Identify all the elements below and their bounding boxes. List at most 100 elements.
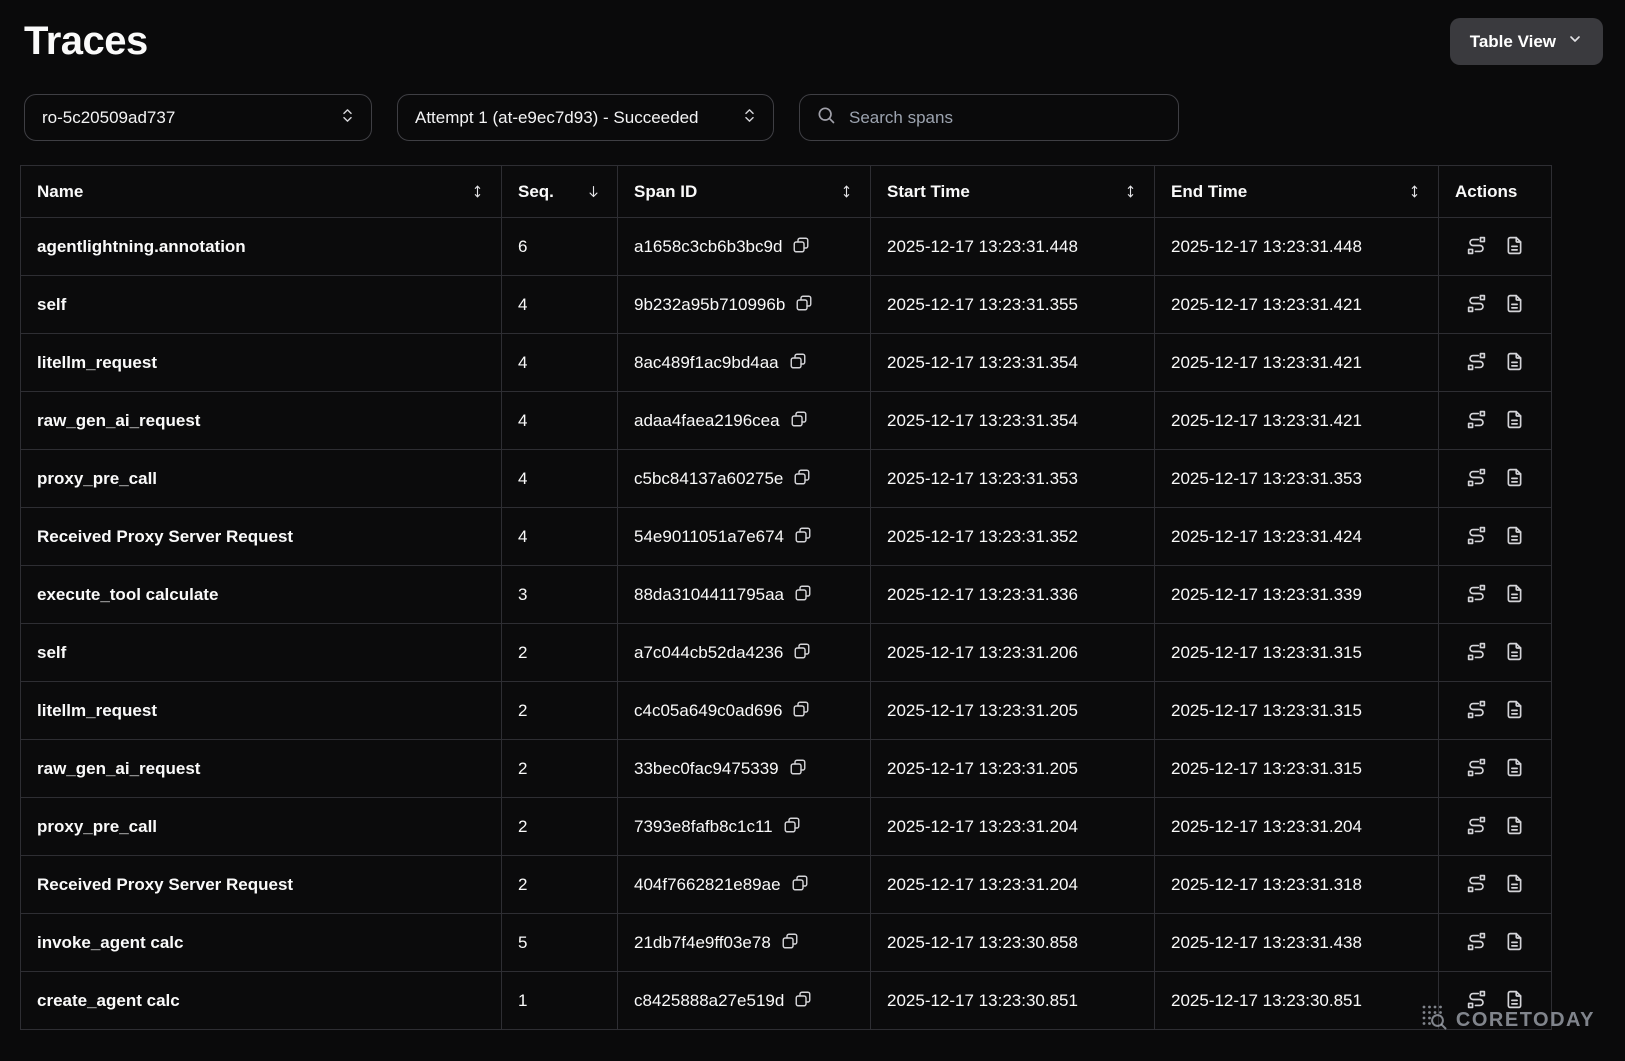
page-title: Traces: [24, 18, 148, 64]
route-icon: [1466, 931, 1487, 955]
table-row[interactable]: proxy_pre_call27393e8fafb8c1c112025-12-1…: [21, 798, 1552, 856]
table-view-button[interactable]: Table View: [1450, 18, 1603, 65]
copy-span-id-button[interactable]: [792, 236, 810, 257]
table-row[interactable]: litellm_request48ac489f1ac9bd4aa2025-12-…: [21, 334, 1552, 392]
view-trace-button[interactable]: [1466, 699, 1487, 723]
table-row[interactable]: Received Proxy Server Request2404f766282…: [21, 856, 1552, 914]
view-details-button[interactable]: [1504, 525, 1525, 549]
top-bar: Traces Table View: [0, 0, 1625, 65]
view-details-button[interactable]: [1504, 699, 1525, 723]
table-row[interactable]: raw_gen_ai_request4adaa4faea2196cea2025-…: [21, 392, 1552, 450]
copy-span-id-button[interactable]: [794, 526, 812, 547]
view-trace-button[interactable]: [1466, 641, 1487, 665]
view-trace-button[interactable]: [1466, 351, 1487, 375]
spans-table: NameSeq.Span IDStart TimeEnd TimeActions…: [20, 165, 1552, 1030]
copy-span-id-button[interactable]: [794, 584, 812, 605]
span-seq: 2: [518, 875, 527, 894]
copy-span-id-button[interactable]: [792, 700, 810, 721]
view-trace-button[interactable]: [1466, 409, 1487, 433]
span-seq: 4: [518, 527, 527, 546]
file-text-icon: [1504, 525, 1525, 549]
span-name: raw_gen_ai_request: [37, 759, 200, 778]
view-trace-button[interactable]: [1466, 293, 1487, 317]
file-text-icon: [1504, 641, 1525, 665]
copy-span-id-button[interactable]: [789, 758, 807, 779]
column-header-name[interactable]: Name: [21, 166, 502, 218]
table-row[interactable]: create_agent calc1c8425888a27e519d2025-1…: [21, 972, 1552, 1030]
copy-span-id-button[interactable]: [790, 410, 808, 431]
table-row[interactable]: raw_gen_ai_request233bec0fac94753392025-…: [21, 740, 1552, 798]
copy-icon: [781, 932, 799, 953]
view-trace-button[interactable]: [1466, 757, 1487, 781]
view-trace-button[interactable]: [1466, 235, 1487, 259]
view-details-button[interactable]: [1504, 873, 1525, 897]
table-row[interactable]: execute_tool calculate388da3104411795aa2…: [21, 566, 1552, 624]
view-details-button[interactable]: [1504, 351, 1525, 375]
route-icon: [1466, 409, 1487, 433]
view-details-button[interactable]: [1504, 235, 1525, 259]
table-row[interactable]: proxy_pre_call4c5bc84137a60275e2025-12-1…: [21, 450, 1552, 508]
end-time: 2025-12-17 13:23:31.315: [1171, 759, 1362, 778]
table-row[interactable]: self49b232a95b710996b2025-12-17 13:23:31…: [21, 276, 1552, 334]
column-header-seq[interactable]: Seq.: [502, 166, 618, 218]
copy-icon: [793, 468, 811, 489]
table-row[interactable]: litellm_request2c4c05a649c0ad6962025-12-…: [21, 682, 1552, 740]
table-row[interactable]: invoke_agent calc521db7f4e9ff03e782025-1…: [21, 914, 1552, 972]
view-details-button[interactable]: [1504, 815, 1525, 839]
route-icon: [1466, 641, 1487, 665]
column-header-span-id[interactable]: Span ID: [618, 166, 871, 218]
start-time: 2025-12-17 13:23:30.858: [887, 933, 1078, 952]
view-details-button[interactable]: [1504, 293, 1525, 317]
filter-controls: ro-5c20509ad737 Attempt 1 (at-e9ec7d93) …: [24, 94, 1601, 141]
view-details-button[interactable]: [1504, 757, 1525, 781]
up-down-arrow-icon: [1407, 184, 1422, 199]
copy-span-id-button[interactable]: [794, 990, 812, 1011]
start-time: 2025-12-17 13:23:31.336: [887, 585, 1078, 604]
column-label: End Time: [1171, 182, 1247, 202]
file-text-icon: [1504, 583, 1525, 607]
view-trace-button[interactable]: [1466, 467, 1487, 491]
copy-span-id-button[interactable]: [795, 294, 813, 315]
view-details-button[interactable]: [1504, 641, 1525, 665]
end-time: 2025-12-17 13:23:31.353: [1171, 469, 1362, 488]
view-details-button[interactable]: [1504, 583, 1525, 607]
view-trace-button[interactable]: [1466, 931, 1487, 955]
up-down-arrow-icon: [839, 184, 854, 199]
column-header-start-time[interactable]: Start Time: [871, 166, 1155, 218]
copy-span-id-button[interactable]: [793, 642, 811, 663]
file-text-icon: [1504, 815, 1525, 839]
view-trace-button[interactable]: [1466, 525, 1487, 549]
search-spans-box: [799, 94, 1179, 141]
span-name: litellm_request: [37, 353, 157, 372]
view-details-button[interactable]: [1504, 409, 1525, 433]
table-row[interactable]: self2a7c044cb52da42362025-12-17 13:23:31…: [21, 624, 1552, 682]
span-id: c4c05a649c0ad696: [634, 701, 782, 721]
start-time: 2025-12-17 13:23:30.851: [887, 991, 1078, 1010]
view-details-button[interactable]: [1504, 989, 1525, 1013]
view-trace-button[interactable]: [1466, 873, 1487, 897]
copy-span-id-button[interactable]: [783, 816, 801, 837]
search-spans-input[interactable]: [849, 108, 1162, 128]
table-row[interactable]: agentlightning.annotation6a1658c3cb6b3bc…: [21, 218, 1552, 276]
rollout-select[interactable]: ro-5c20509ad737: [24, 94, 372, 141]
start-time: 2025-12-17 13:23:31.205: [887, 759, 1078, 778]
view-trace-button[interactable]: [1466, 583, 1487, 607]
table-row[interactable]: Received Proxy Server Request454e9011051…: [21, 508, 1552, 566]
copy-span-id-button[interactable]: [791, 874, 809, 895]
copy-span-id-button[interactable]: [793, 468, 811, 489]
copy-span-id-button[interactable]: [789, 352, 807, 373]
column-header-end-time[interactable]: End Time: [1155, 166, 1439, 218]
span-id: 8ac489f1ac9bd4aa: [634, 353, 779, 373]
start-time: 2025-12-17 13:23:31.355: [887, 295, 1078, 314]
copy-span-id-button[interactable]: [781, 932, 799, 953]
copy-icon: [793, 642, 811, 663]
copy-icon: [790, 410, 808, 431]
view-details-button[interactable]: [1504, 467, 1525, 491]
view-details-button[interactable]: [1504, 931, 1525, 955]
copy-icon: [795, 294, 813, 315]
view-trace-button[interactable]: [1466, 989, 1487, 1013]
route-icon: [1466, 583, 1487, 607]
view-trace-button[interactable]: [1466, 815, 1487, 839]
attempt-select[interactable]: Attempt 1 (at-e9ec7d93) - Succeeded: [397, 94, 774, 141]
copy-icon: [794, 526, 812, 547]
